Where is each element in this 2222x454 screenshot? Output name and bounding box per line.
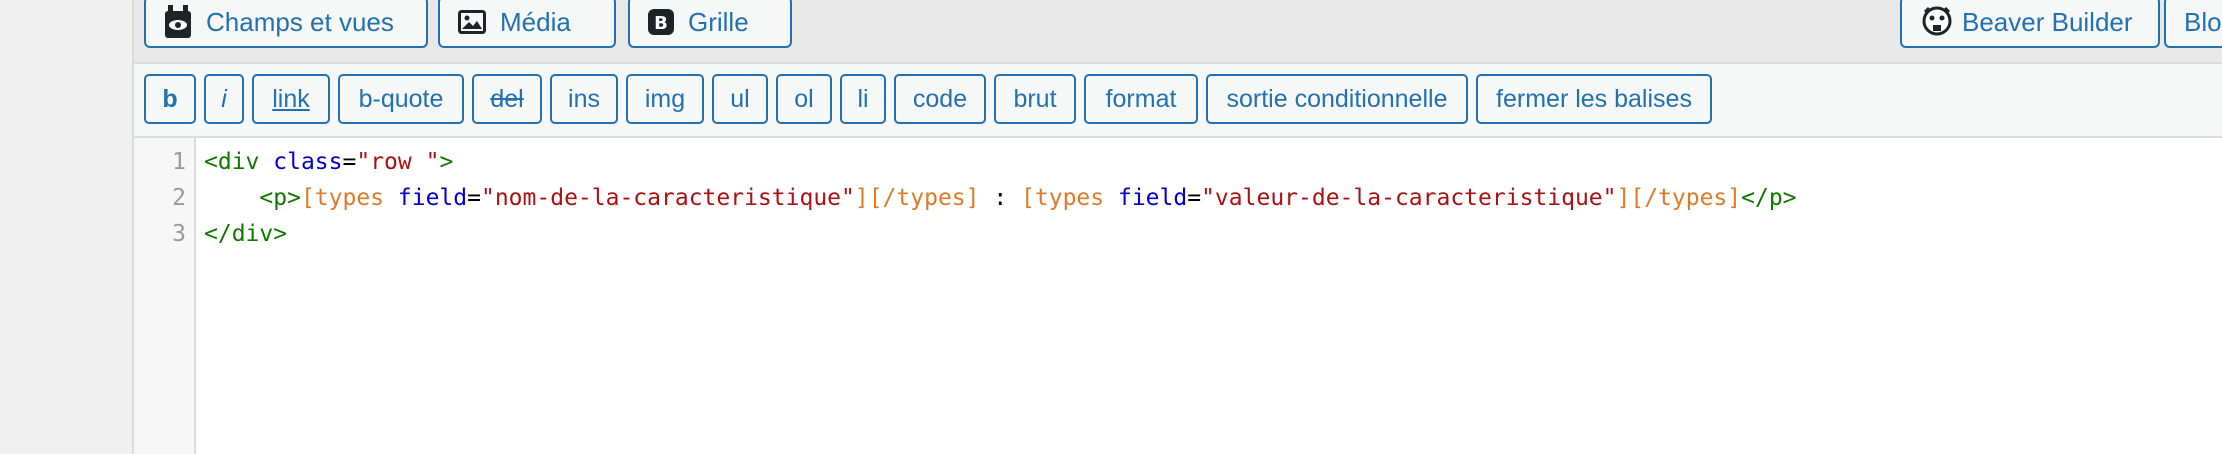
quicktag-conditional-output-button[interactable]: sortie conditionnelle [1206,74,1468,124]
grid-label: Grille [688,6,749,37]
quicktag-ul-button[interactable]: ul [712,74,768,124]
line-number-gutter: 1 2 3 [134,138,196,454]
blocks-label: Blo [2184,6,2222,37]
svg-text:B: B [654,13,668,34]
eye-icon [164,5,192,39]
blocks-button[interactable]: Blo [2164,0,2222,48]
fields-views-label: Champs et vues [206,6,394,37]
wp-editor-page: Champs et vues Média B Grille Beaver Bui… [0,0,2222,454]
quicktag-bquote-button[interactable]: b-quote [338,74,464,124]
line-number: 1 [172,149,186,175]
code-line-1: <div class="row "> [204,149,454,175]
grid-button[interactable]: B Grille [628,0,792,48]
bootstrap-icon: B [648,9,674,35]
editor-frame: Champs et vues Média B Grille Beaver Bui… [132,0,2222,454]
beaver-builder-label: Beaver Builder [1962,6,2133,37]
quicktag-code-button[interactable]: code [894,74,986,124]
line-number: 2 [172,185,186,211]
quicktag-close-tags-button[interactable]: fermer les balises [1476,74,1712,124]
code-line-3: </div> [204,221,288,247]
quicktag-format-button[interactable]: format [1084,74,1198,124]
image-icon [458,10,486,34]
quicktags-toolbar: b i link b-quote del ins img ul ol li co… [134,64,2222,138]
beaver-icon [1920,6,1954,38]
quicktag-bold-button[interactable]: b [144,74,196,124]
media-label: Média [500,6,571,37]
admin-sidebar-edge [0,0,132,454]
code-line-2: <p>[types field="nom-de-la-caracteristiq… [259,185,1797,211]
line-number: 3 [172,221,186,247]
media-buttons-bar: Champs et vues Média B Grille Beaver Bui… [134,0,2222,64]
quicktag-li-button[interactable]: li [840,74,886,124]
code-editor[interactable]: 1 2 3 <div class="row "> <p>[types field… [134,138,2222,454]
quicktag-del-button[interactable]: del [472,74,542,124]
quicktag-italic-button[interactable]: i [204,74,244,124]
add-media-button[interactable]: Média [438,0,616,48]
quicktag-img-button[interactable]: img [626,74,704,124]
quicktag-ol-button[interactable]: ol [776,74,832,124]
quicktag-ins-button[interactable]: ins [550,74,618,124]
quicktag-link-button[interactable]: link [252,74,330,124]
quicktag-brut-button[interactable]: brut [994,74,1076,124]
fields-views-button[interactable]: Champs et vues [144,0,428,48]
beaver-builder-button[interactable]: Beaver Builder [1900,0,2160,48]
